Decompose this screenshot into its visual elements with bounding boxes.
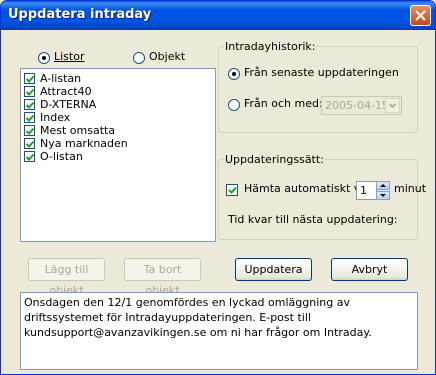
time-left-label: Tid kvar till nästa uppdatering: [228, 213, 398, 226]
list-item-checkbox[interactable] [24, 86, 35, 97]
history-date-combo[interactable]: 2005-04-15 [321, 96, 402, 115]
list-item-label: D-XTERNA [40, 98, 97, 111]
info-message: Onsdagen den 12/1 genomfördes en lyckad … [20, 292, 418, 370]
arrow-up-icon [380, 184, 386, 187]
history-group: Intradayhistorik: [218, 40, 418, 133]
list-item-checkbox[interactable] [24, 125, 35, 136]
list-item-label: O-listan [40, 150, 83, 163]
checkmark-icon [26, 127, 35, 135]
history-latest-radio[interactable] [228, 68, 240, 80]
history-legend: Intradayhistorik: [225, 40, 316, 53]
add-object-button[interactable]: Lägg till objekt [28, 258, 105, 297]
chevron-down-icon[interactable] [385, 98, 400, 113]
auto-update-checkbox[interactable] [226, 184, 238, 196]
history-from-label[interactable]: Från och med: [244, 97, 323, 110]
cancel-button[interactable]: Avbryt [331, 258, 408, 281]
window-title: Uppdatera intraday [8, 7, 152, 22]
history-latest-label[interactable]: Från senaste uppdateringen [244, 66, 399, 79]
list-item-checkbox[interactable] [24, 151, 35, 162]
spin-up-button[interactable] [376, 181, 390, 190]
interval-input[interactable]: 1 [356, 181, 377, 200]
checkmark-icon [26, 114, 35, 122]
dialog-window: Uppdatera intraday Listor Objekt A-lista… [0, 0, 436, 375]
checkmark-icon [26, 75, 35, 83]
update-button[interactable]: Uppdatera [235, 258, 312, 281]
listor-radio-label[interactable]: Listor [54, 50, 84, 63]
list-item-checkbox[interactable] [24, 99, 35, 110]
auto-update-label[interactable]: Hämta automatiskt var [244, 182, 372, 195]
update-mode-legend: Uppdateringssätt: [225, 153, 324, 166]
checkmark-icon [228, 186, 237, 194]
objekt-radio[interactable] [133, 52, 145, 64]
list-item-checkbox[interactable] [24, 138, 35, 149]
interval-value: 1 [360, 184, 367, 197]
dialog-client: Listor Objekt A-listan Attract40 D-XTERNA I… [4, 30, 432, 372]
list-item-checkbox[interactable] [24, 73, 35, 84]
checkmark-icon [26, 153, 35, 161]
listor-radio[interactable] [38, 52, 50, 64]
close-button[interactable] [410, 5, 431, 26]
close-icon [415, 10, 426, 21]
checkmark-icon [26, 88, 35, 96]
remove-object-button[interactable]: Ta bort objekt [124, 258, 201, 297]
title-bar[interactable]: Uppdatera intraday [1, 1, 435, 30]
list-item-label: Nya marknaden [40, 137, 128, 150]
list-item-label: A-listan [40, 72, 82, 85]
objekt-radio-label[interactable]: Objekt [149, 50, 185, 63]
list-item-label: Index [40, 111, 71, 124]
checkmark-icon [26, 101, 35, 109]
history-date-value: 2005-04-15 [325, 99, 389, 112]
arrow-down-icon [380, 194, 386, 197]
lists-listbox[interactable]: A-listan Attract40 D-XTERNA Index Mest omsat… [20, 68, 216, 242]
checkmark-icon [26, 140, 35, 148]
list-item-label: Attract40 [40, 85, 92, 98]
list-item-label: Mest omsatta [40, 124, 116, 137]
spin-down-button[interactable] [376, 191, 390, 200]
list-item-checkbox[interactable] [24, 112, 35, 123]
history-from-radio[interactable] [228, 99, 240, 111]
interval-spinner[interactable] [376, 181, 390, 200]
interval-unit: minut [394, 182, 427, 195]
